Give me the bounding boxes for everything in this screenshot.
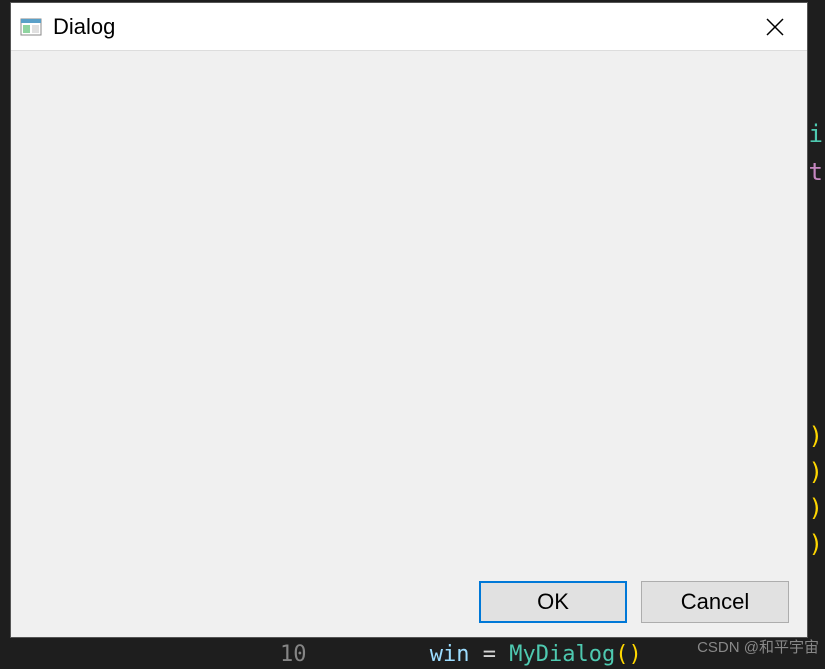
close-icon xyxy=(766,18,784,36)
code-fragment: ) xyxy=(809,494,823,522)
close-button[interactable] xyxy=(751,3,799,51)
dialog-body: OK Cancel xyxy=(11,51,807,637)
ok-button[interactable]: OK xyxy=(479,581,627,623)
dialog-window: Dialog OK Cancel xyxy=(10,2,808,638)
app-icon xyxy=(19,15,43,39)
code-line: 10 win = MyDialog() xyxy=(280,642,642,667)
code-fragment: t xyxy=(809,158,823,186)
code-fragment: ) xyxy=(809,530,823,558)
button-row: OK Cancel xyxy=(479,581,789,623)
titlebar[interactable]: Dialog xyxy=(11,3,807,51)
dialog-title: Dialog xyxy=(53,14,751,40)
code-fragment: ) xyxy=(809,458,823,486)
watermark-text: CSDN @和平宇宙 xyxy=(697,636,819,657)
code-fragment: ) xyxy=(809,422,823,450)
code-fragment: i xyxy=(809,120,823,148)
cancel-button[interactable]: Cancel xyxy=(641,581,789,623)
